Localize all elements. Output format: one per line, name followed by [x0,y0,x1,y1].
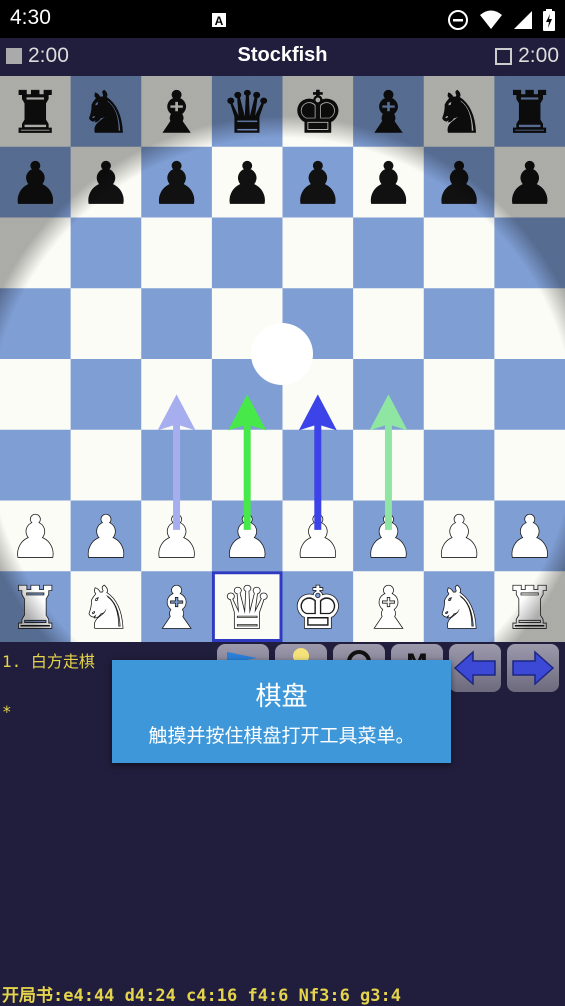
white-clock-indicator [495,47,513,65]
status-bar: 4:30 A [0,0,565,38]
back-arrow-icon [453,650,496,686]
opening-book-text: 开局书:e4:44 d4:24 c4:16 f4:6 Nf3:6 g3:4 [2,986,401,1006]
chess-board[interactable]: ♜♞♝♛♚♝♞♜♟♟♟♟♟♟♟♟♟♟♟♟♟♟♟♟♜♞♝♛♚♝♞♜ [0,76,565,642]
move-list-line-1: 1. 白方走棋 [2,652,95,671]
opening-book-bar: 开局书:e4:44 d4:24 c4:16 f4:6 Nf3:6 g3:4 [0,978,565,1006]
move-list-result: * [2,702,12,721]
white-clock-time: 2:00 [518,44,559,67]
forward-arrow-icon [512,650,555,686]
battery-charging-icon [543,9,555,31]
white-clock: 2:00 [495,44,559,68]
engine-title: Stockfish [237,44,328,66]
tooltip-title: 棋盘 [255,682,308,712]
notification-a-icon: A [212,13,226,28]
svg-text:A: A [215,14,224,28]
wifi-icon [480,10,502,29]
clock-bar: 2:00 Stockfish 2:00 [0,38,565,76]
back-button[interactable] [449,644,501,692]
touch-indicator [251,323,313,385]
forward-button[interactable] [507,644,559,692]
do-not-disturb-icon [448,10,468,30]
status-time: 4:30 [10,6,51,29]
status-icons: A [211,9,555,31]
tooltip-body: 触摸并按住棋盘打开工具菜单。 [148,725,415,747]
tutorial-tooltip[interactable]: 棋盘 触摸并按住棋盘打开工具菜单。 [112,660,451,763]
signal-icon [514,11,532,29]
